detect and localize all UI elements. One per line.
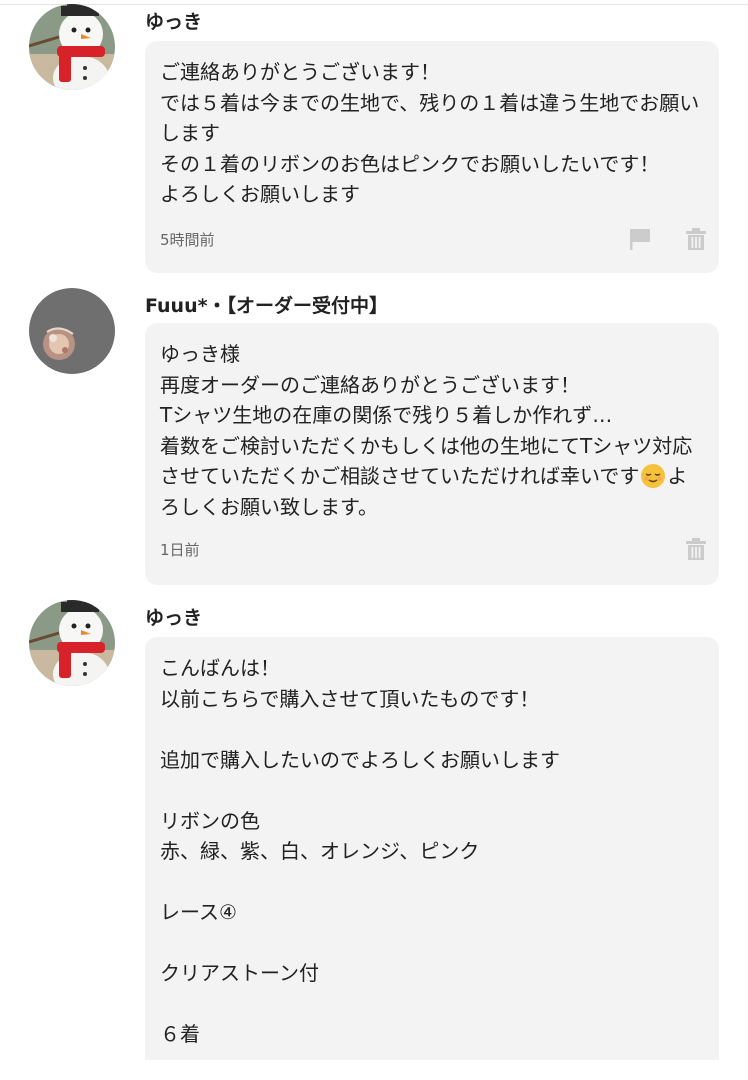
- relieved-face-emoji: [641, 464, 666, 488]
- comment-timestamp: 5時間前: [160, 231, 215, 249]
- message-bubble: ゆっき様 再度オーダーのご連絡ありがとうございます！ Tシャツ生地の在庫の関係で…: [145, 323, 719, 585]
- comment-username[interactable]: ゆっき: [145, 603, 202, 630]
- message-text: こんばんは！ 以前こちらで購入させて頂いたものです！ 追加で購入したいのでよろし…: [160, 656, 560, 1046]
- comment-username[interactable]: Fuuu*・【オーダー受付中】: [145, 291, 388, 318]
- message-text: ゆっき様 再度オーダーのご連絡ありがとうございます！ Tシャツ生地の在庫の関係で…: [160, 339, 705, 522]
- message-bubble: ご連絡ありがとうございます！ では５着は今までの生地で、残りの１着は違う生地でお…: [145, 41, 719, 273]
- shop-logo-avatar-icon[interactable]: [29, 288, 115, 374]
- snowman-avatar-icon[interactable]: [29, 4, 115, 90]
- message-bubble: こんばんは！ 以前こちらで購入させて頂いたものです！ 追加で購入したいのでよろし…: [145, 637, 719, 1060]
- trash-icon[interactable]: [684, 227, 708, 251]
- flag-icon[interactable]: [628, 227, 652, 251]
- snowman-avatar-icon[interactable]: [29, 600, 115, 686]
- comment-meta: 5時間前: [160, 227, 719, 251]
- message-text-main: ゆっき様 再度オーダーのご連絡ありがとうございます！ Tシャツ生地の在庫の関係で…: [160, 342, 693, 488]
- message-text: ご連絡ありがとうございます！ では５着は今までの生地で、残りの１着は違う生地でお…: [160, 60, 700, 206]
- trash-icon[interactable]: [684, 537, 708, 561]
- comment-meta: 1日前: [160, 537, 719, 561]
- top-divider: [0, 4, 748, 5]
- comment-username[interactable]: ゆっき: [145, 7, 202, 34]
- comment-timestamp: 1日前: [160, 541, 200, 559]
